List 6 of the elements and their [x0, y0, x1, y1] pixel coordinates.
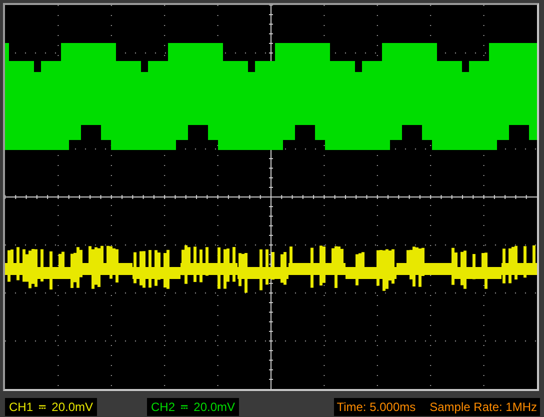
timebase-readout: Time: 5.000ms — [336, 400, 416, 414]
channel-scale: 20.0mV — [52, 400, 93, 414]
channel-label: CH2 — [151, 400, 176, 414]
channel-scale: 20.0mV — [194, 400, 235, 414]
channel-label: CH1 — [9, 400, 34, 414]
sample-rate-readout: Sample Rate: 1MHz — [430, 400, 537, 414]
